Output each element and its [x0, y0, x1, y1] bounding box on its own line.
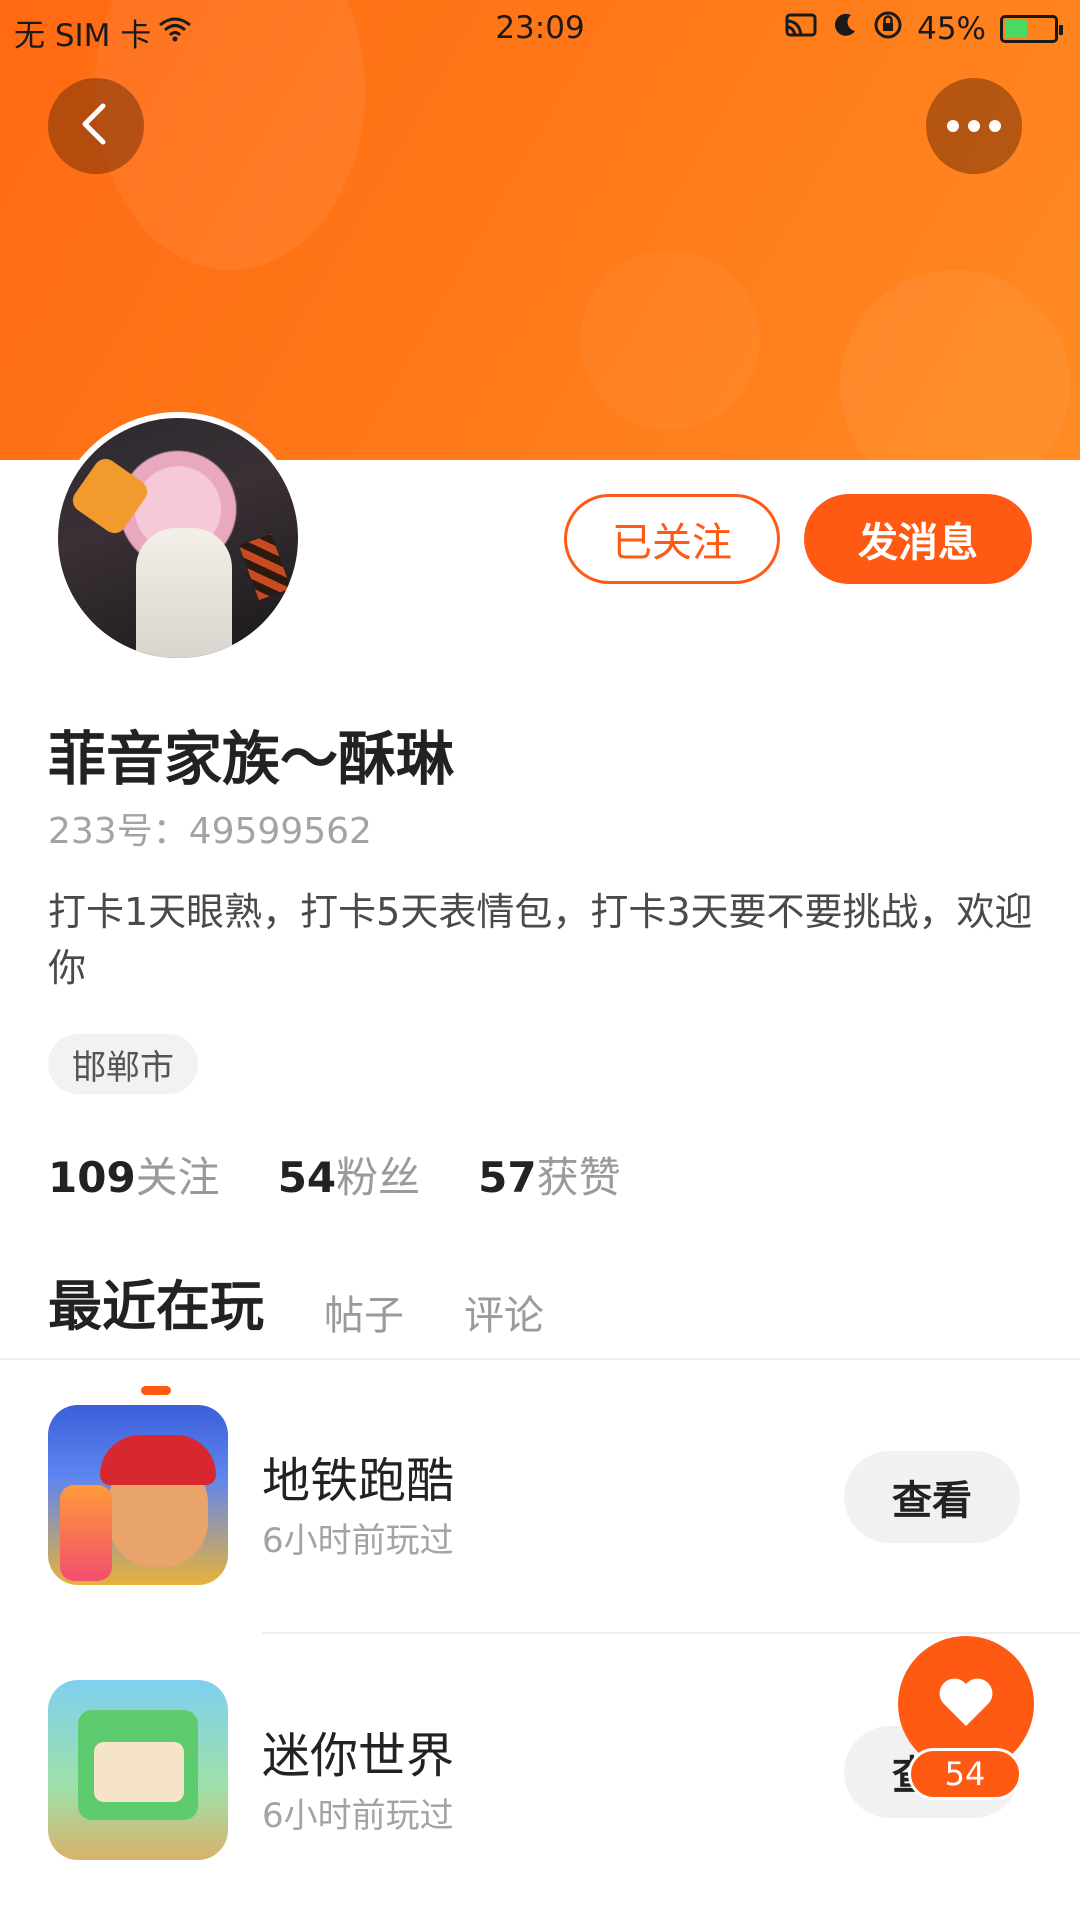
- profile-stats: 109关注 54粉丝 57获赞: [48, 1144, 621, 1205]
- more-dots-icon: [947, 120, 1001, 132]
- tab-posts[interactable]: 帖子: [324, 1283, 404, 1355]
- list-item[interactable]: 地铁跑酷 6小时前玩过 查看: [0, 1405, 1080, 1605]
- more-options-button[interactable]: [926, 78, 1022, 174]
- battery-percent-text: 45%: [917, 11, 986, 47]
- stat-following[interactable]: 109关注: [48, 1144, 220, 1205]
- avatar[interactable]: [52, 412, 304, 664]
- chevron-left-icon: [76, 102, 116, 150]
- stat-number: 54: [277, 1153, 337, 1202]
- profile-header-banner: 无 SIM 卡 23:09 45%: [0, 0, 1080, 460]
- heart-icon: [937, 1676, 995, 1732]
- following-button[interactable]: 已关注: [564, 494, 780, 584]
- stat-likes[interactable]: 57获赞: [478, 1144, 620, 1205]
- stat-number: 109: [48, 1153, 136, 1202]
- avatar-art: [68, 454, 152, 538]
- profile-bio: 打卡1天眼熟，打卡5天表情包，打卡3天要不要挑战，欢迎你: [48, 890, 1033, 990]
- status-icons: 45%: [785, 10, 1063, 48]
- stat-followers[interactable]: 54粉丝: [278, 1144, 420, 1205]
- rotation-lock-icon: [873, 10, 903, 48]
- location-tag: 邯郸市: [48, 1034, 198, 1094]
- avatar-art: [239, 533, 291, 601]
- cast-icon: [785, 11, 817, 47]
- stat-number: 57: [478, 1153, 537, 1202]
- profile-tabs: 最近在玩 帖子 评论: [48, 1262, 544, 1395]
- stat-label: 粉丝: [336, 1153, 421, 1202]
- divider: [262, 1632, 1080, 1634]
- send-message-button[interactable]: 发消息: [804, 494, 1032, 584]
- game-last-played: 6小时前玩过: [262, 1521, 454, 1561]
- tab-comments[interactable]: 评论: [464, 1283, 544, 1355]
- subway-surfers-game-icon: [48, 1405, 228, 1585]
- divider: [0, 1358, 1080, 1360]
- stat-label: 获赞: [536, 1153, 621, 1202]
- banner-decoration: [580, 250, 760, 430]
- battery-fill: [1005, 20, 1027, 38]
- tab-recently-played[interactable]: 最近在玩: [48, 1262, 264, 1395]
- view-button[interactable]: 查看: [844, 1451, 1020, 1543]
- stat-label: 关注: [135, 1153, 220, 1202]
- moon-icon: [831, 11, 859, 47]
- back-button[interactable]: [48, 78, 144, 174]
- profile-name: 菲音家族～酥琳: [48, 725, 455, 793]
- game-last-played: 6小时前玩过: [262, 1796, 454, 1836]
- game-title: 地铁跑酷: [262, 1453, 455, 1509]
- status-bar: 无 SIM 卡 23:09 45%: [0, 0, 1080, 58]
- game-title: 迷你世界: [262, 1728, 455, 1784]
- mini-world-game-icon: [48, 1680, 228, 1860]
- banner-decoration: [840, 270, 1070, 460]
- avatar-art: [136, 528, 232, 658]
- user-id: 233号：49599562: [48, 811, 372, 852]
- like-count-badge: 54: [908, 1748, 1022, 1800]
- battery-icon: [1000, 15, 1063, 43]
